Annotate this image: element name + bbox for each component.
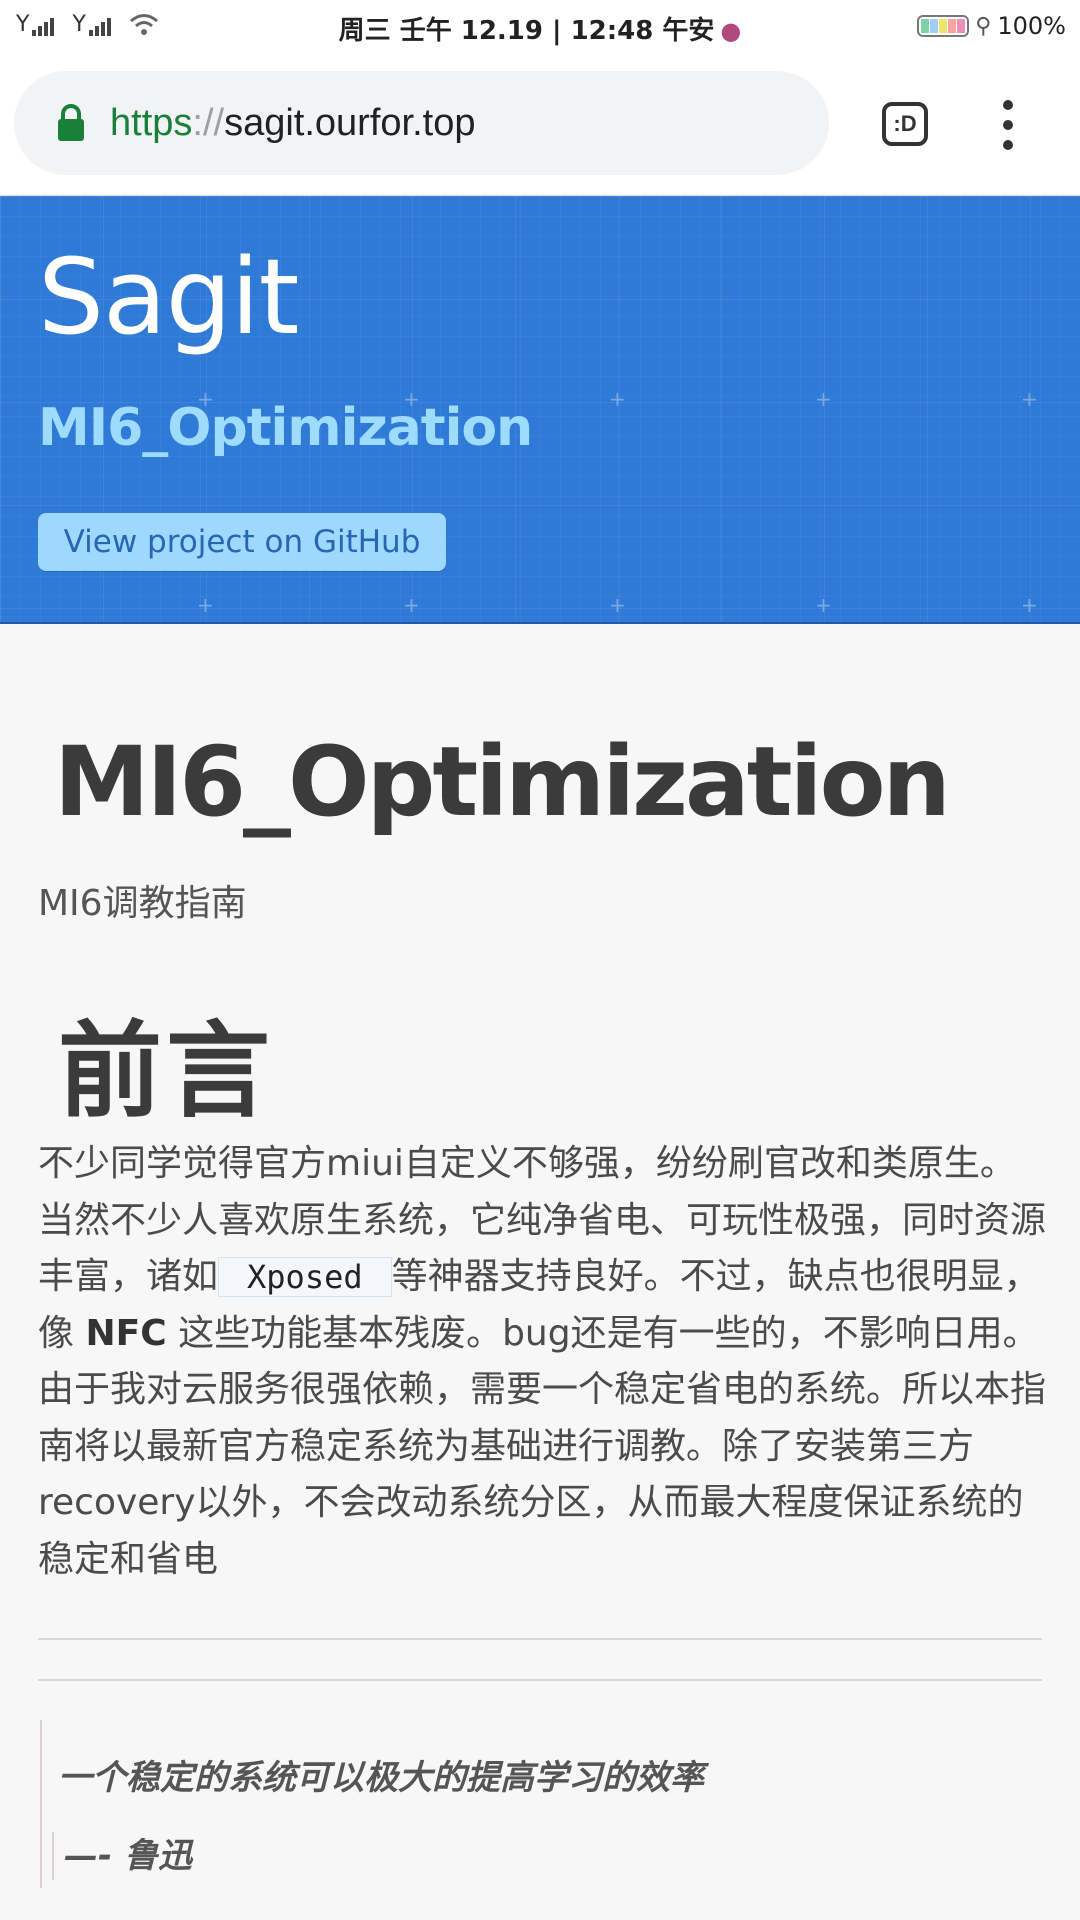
site-subtitle: MI6_Optimization xyxy=(38,398,533,458)
site-header: + + + + + + + + + + Sagit MI6_Optimizati… xyxy=(0,196,1080,624)
battery-percent: 100% xyxy=(997,12,1066,40)
inline-code: Xposed xyxy=(218,1257,392,1297)
url-text[interactable]: https://sagit.ourfor.top xyxy=(110,102,475,145)
charging-icon: ⚲ xyxy=(975,13,992,39)
section-heading: 前言 xyxy=(58,1010,275,1132)
view-on-github-button[interactable]: View project on GitHub xyxy=(38,513,446,571)
url-host: sagit.ourfor.top xyxy=(224,101,476,144)
battery-icon xyxy=(917,15,970,37)
bold-text: NFC xyxy=(85,1312,167,1354)
datetime-text: 周三 壬午 12.19 | 12:48 午安 xyxy=(338,16,715,46)
preface-paragraph: 不少同学觉得官方miui自定义不够强，纷纷刷官改和类原生。当然不少人喜欢原生系统… xyxy=(38,1136,1048,1588)
divider xyxy=(38,1638,1042,1640)
url-bar[interactable]: https://sagit.ourfor.top xyxy=(14,71,829,175)
lock-icon xyxy=(58,104,84,141)
status-right: ⚲ 100% xyxy=(917,12,1066,40)
main-content: MI6_Optimization MI6调教指南 前言 不少同学觉得官方miui… xyxy=(0,626,1080,1920)
blockquote: 一个稳定的系统可以极大的提高学习的效率 —- 鲁迅 xyxy=(40,1720,1040,1888)
grape-icon: ● xyxy=(720,17,742,45)
status-bar: Y Y 周三 壬午 12.19 | 12:48 午安 ● ⚲ 100% xyxy=(0,0,1080,56)
page-tagline: MI6调教指南 xyxy=(38,883,247,924)
tab-switcher-button[interactable]: :D xyxy=(882,102,928,146)
page-heading: MI6_Optimization xyxy=(54,726,951,838)
url-scheme: https xyxy=(110,101,193,144)
browser-toolbar: https://sagit.ourfor.top :D xyxy=(0,56,1080,196)
site-title: Sagit xyxy=(38,236,299,358)
quote-text: 一个稳定的系统可以极大的提高学习的效率 xyxy=(58,1758,704,1798)
more-vert-icon[interactable] xyxy=(1000,100,1016,150)
url-separator: :// xyxy=(192,101,225,144)
quote-author: —- 鲁迅 xyxy=(52,1832,192,1880)
divider xyxy=(38,1679,1042,1681)
paragraph-text: 这些功能基本残废。bug还是有一些的，不影响日用。由于我对云服务很强依赖，需要一… xyxy=(38,1312,1047,1580)
